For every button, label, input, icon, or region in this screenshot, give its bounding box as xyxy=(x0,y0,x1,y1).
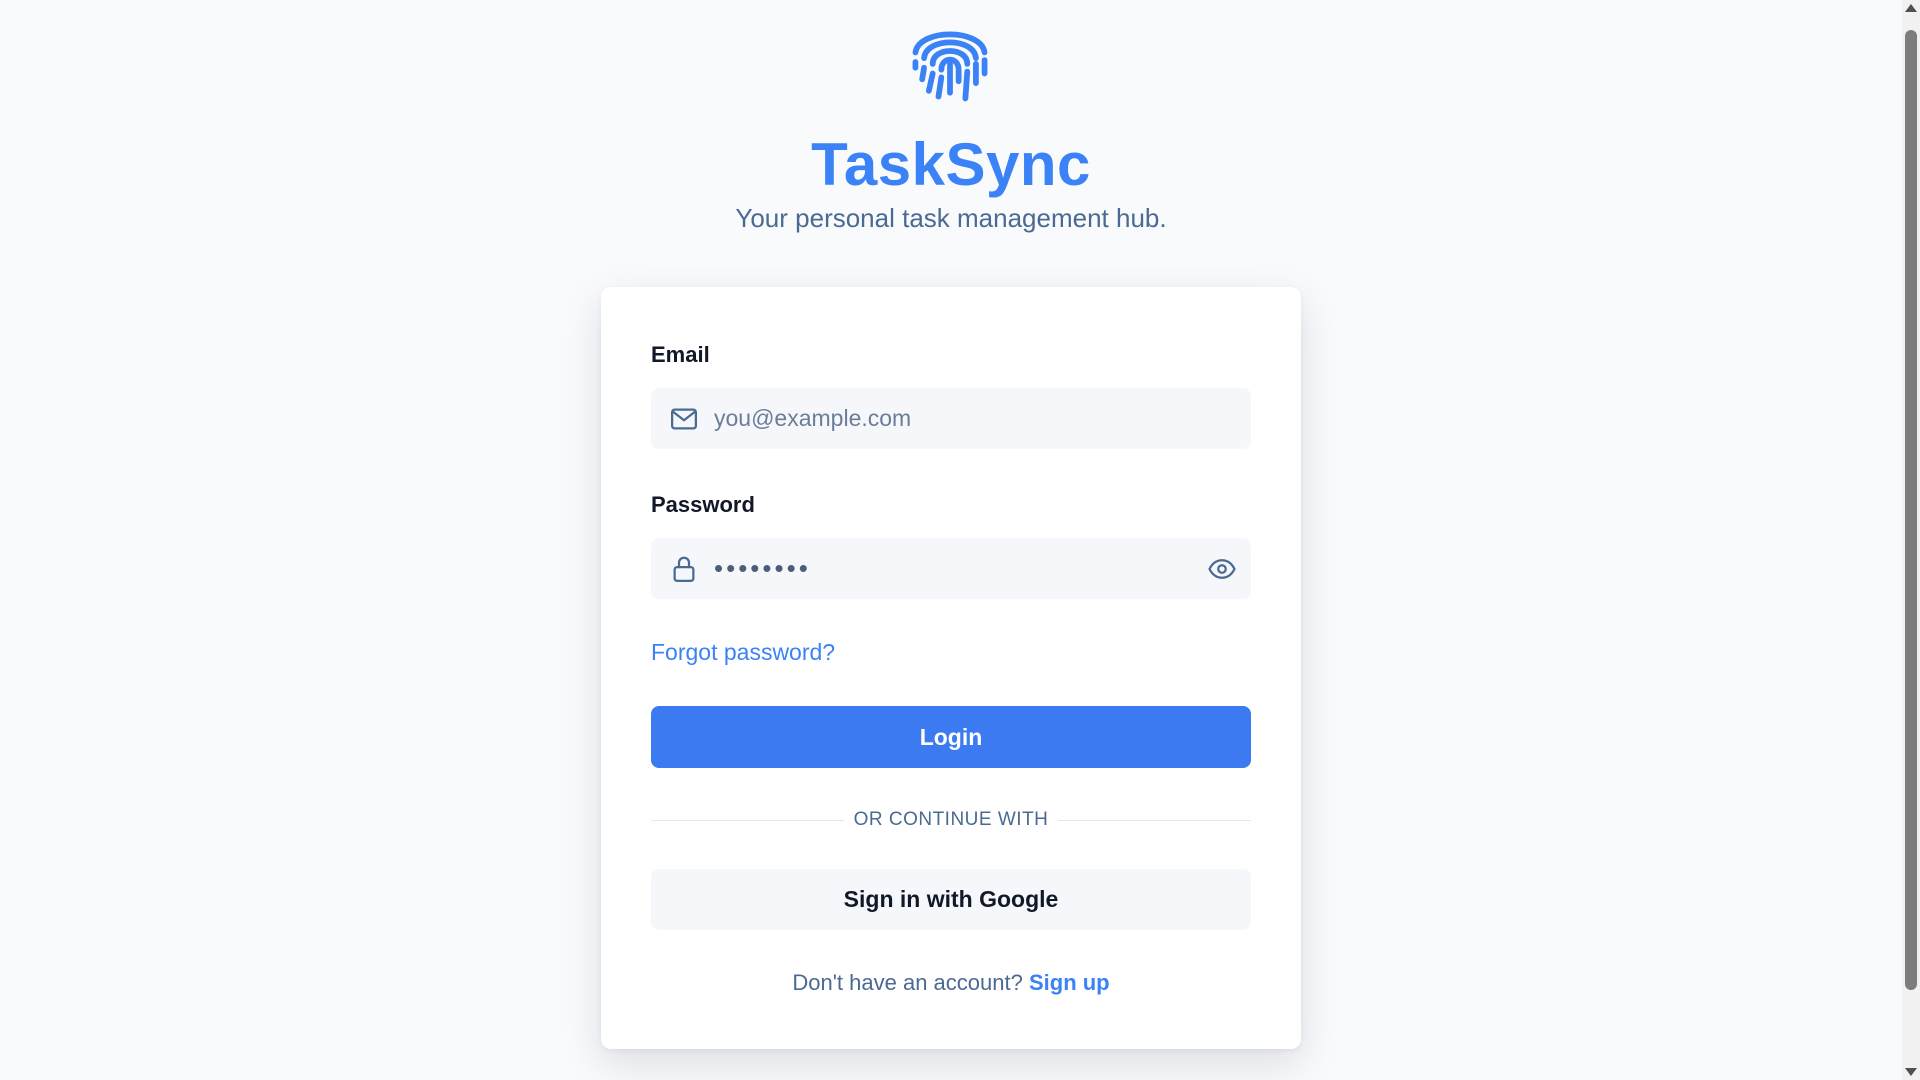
signup-prompt: Don't have an account? xyxy=(792,970,1029,995)
scroll-up-arrow-icon[interactable] xyxy=(1905,4,1917,12)
password-label: Password xyxy=(651,492,755,517)
email-field-wrapper xyxy=(651,388,1251,449)
google-signin-button[interactable]: Sign in with Google xyxy=(651,869,1251,930)
divider-line-right xyxy=(1058,820,1251,821)
scrollbar-thumb[interactable] xyxy=(1905,30,1917,990)
eye-icon[interactable] xyxy=(1207,554,1237,584)
login-card: Email Password Forgot password? Login xyxy=(601,287,1301,1049)
login-button[interactable]: Login xyxy=(651,706,1251,768)
forgot-password-link[interactable]: Forgot password? xyxy=(651,639,835,666)
page-scrollbar[interactable] xyxy=(1902,0,1920,1080)
email-input[interactable] xyxy=(714,388,1194,449)
scroll-down-arrow-icon[interactable] xyxy=(1905,1068,1917,1076)
app-tagline: Your personal task management hub. xyxy=(735,203,1167,233)
password-field-wrapper xyxy=(651,538,1251,599)
lock-icon xyxy=(673,556,695,582)
email-label: Email xyxy=(651,342,710,367)
mail-icon xyxy=(671,408,697,430)
login-page: TaskSync Your personal task management h… xyxy=(0,0,1920,1080)
fingerprint-icon xyxy=(912,31,988,102)
signup-row: Don't have an account? Sign up xyxy=(601,970,1301,996)
divider: OR CONTINUE WITH xyxy=(651,809,1251,833)
signup-link[interactable]: Sign up xyxy=(1029,970,1110,995)
app-title: TaskSync xyxy=(811,131,1091,198)
password-input[interactable] xyxy=(714,538,1194,599)
